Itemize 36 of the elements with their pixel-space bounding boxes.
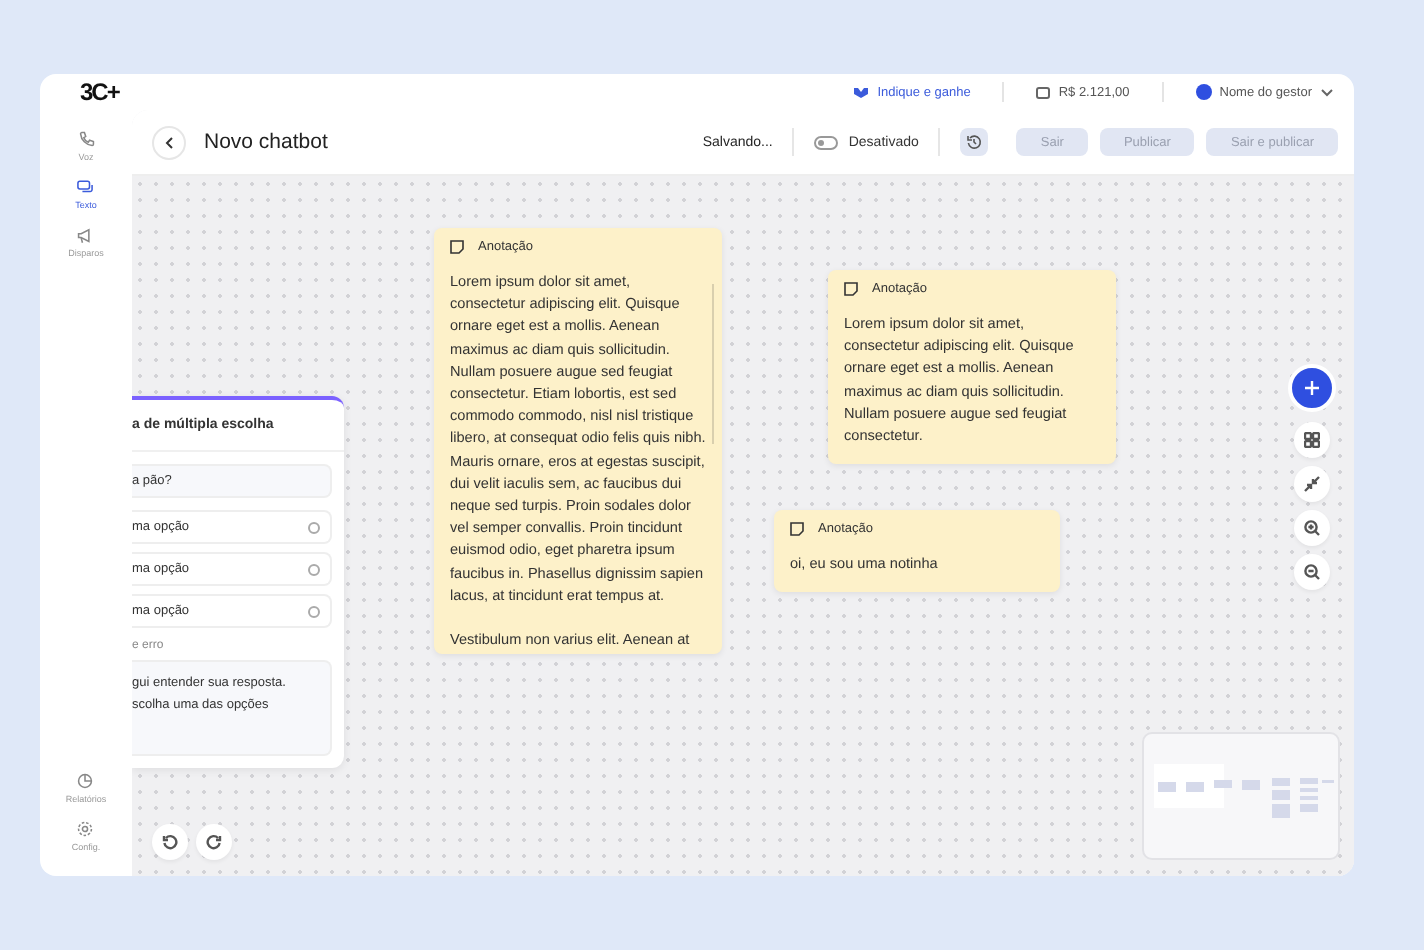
page-title: Novo chatbot	[204, 130, 328, 154]
radio-button[interactable]	[308, 563, 320, 575]
scrollbar[interactable]	[711, 284, 714, 444]
avatar	[1195, 84, 1212, 100]
note-icon	[844, 282, 858, 296]
redo-button[interactable]	[196, 824, 232, 860]
note-icon	[790, 522, 804, 536]
chevron-down-icon[interactable]	[1320, 87, 1334, 97]
radio-button[interactable]	[308, 605, 320, 617]
zoom-in-icon	[1304, 520, 1320, 536]
wallet-icon	[1036, 85, 1051, 99]
history-button[interactable]	[960, 128, 989, 156]
plus-icon	[1304, 380, 1320, 396]
add-button[interactable]	[1288, 364, 1336, 412]
chevron-left-icon	[164, 135, 174, 149]
back-button[interactable]	[152, 125, 186, 159]
phone-icon	[77, 130, 95, 148]
collapse-icon	[1304, 476, 1320, 492]
zoom-out-button[interactable]	[1294, 554, 1330, 590]
gear-icon	[76, 820, 95, 838]
logo: 3C+	[80, 78, 119, 106]
redo-icon	[206, 834, 222, 850]
undo-button[interactable]	[152, 824, 188, 860]
history-icon	[966, 134, 983, 150]
chat-icon	[76, 178, 95, 196]
radio-button[interactable]	[308, 521, 320, 533]
undo-icon	[162, 834, 178, 850]
megaphone-icon	[76, 226, 95, 244]
note-icon	[450, 240, 464, 254]
chart-icon	[76, 772, 95, 790]
zoom-in-button[interactable]	[1294, 510, 1330, 546]
layout-button[interactable]	[1294, 422, 1330, 458]
zoom-out-icon	[1304, 564, 1320, 580]
collapse-button[interactable]	[1294, 466, 1330, 502]
note-card[interactable]	[434, 228, 722, 654]
grid-icon	[1304, 432, 1320, 448]
